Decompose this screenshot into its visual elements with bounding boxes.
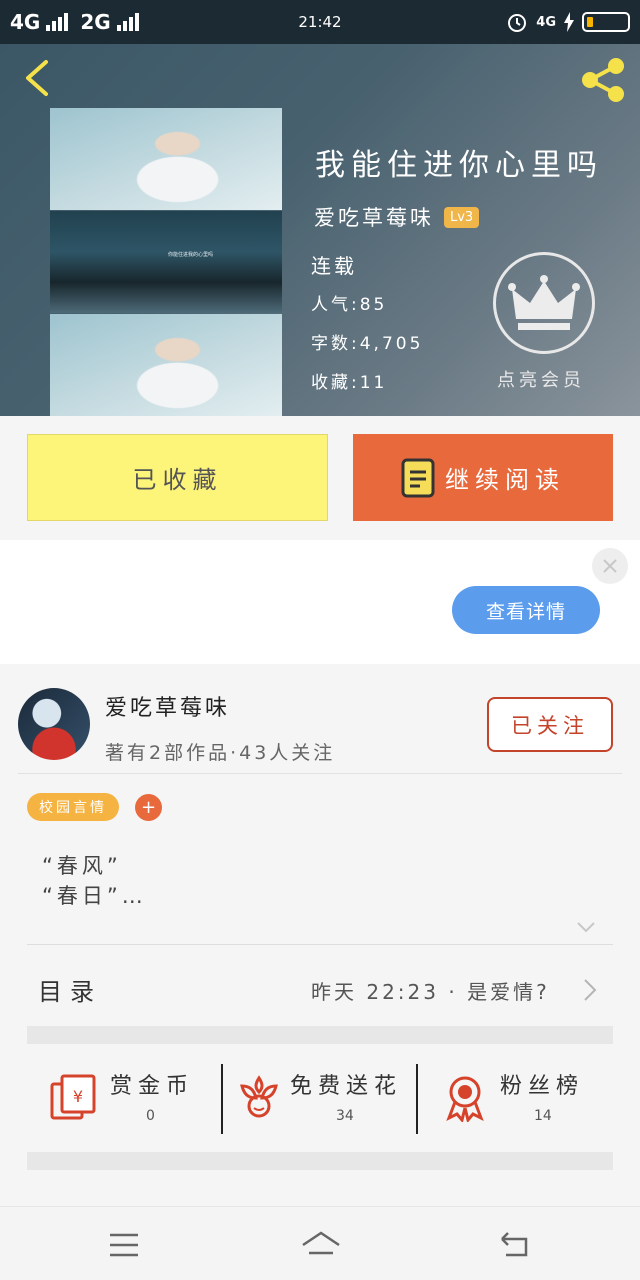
red-envelope-icon: ¥ <box>50 1074 96 1120</box>
ad-close-button[interactable] <box>592 548 628 584</box>
battery-icon <box>582 12 630 32</box>
crown-icon <box>508 275 580 330</box>
svg-text:¥: ¥ <box>73 1087 83 1106</box>
cover-panel-middle: 你能住进我的心里吗 <box>50 211 282 313</box>
vip-label[interactable]: 点亮会员 <box>497 366 585 392</box>
alarm-icon <box>508 14 527 32</box>
summary-line-2: “春日”… <box>42 884 147 908</box>
signal-bars-2-icon <box>116 13 139 31</box>
signal-2-label: 2G <box>80 10 111 34</box>
flower-icon <box>240 1075 278 1118</box>
chevron-right-icon[interactable] <box>582 978 598 1002</box>
medal-icon <box>446 1076 484 1122</box>
level-badge: Lv3 <box>444 206 480 228</box>
cover-panel-top <box>50 108 282 210</box>
reward-coins[interactable]: ¥ 赏金币 0 <box>48 1064 208 1134</box>
divider <box>27 944 613 945</box>
continue-reading-button[interactable]: 继续阅读 <box>353 434 613 521</box>
status-right: 4G <box>506 11 630 33</box>
author-avatar[interactable] <box>18 688 90 760</box>
tag-campus-romance[interactable]: 校园言情 <box>27 793 119 821</box>
word-count: 字数:4,705 <box>311 334 424 354</box>
favorites-count: 收藏:11 <box>311 373 388 393</box>
add-tag-button[interactable]: + <box>135 794 162 821</box>
section-separator <box>27 1026 613 1044</box>
author-name[interactable]: 爱吃草莓味 <box>105 690 230 722</box>
fan-ranking-value: 14 <box>534 1108 552 1124</box>
reward-coins-value: 0 <box>146 1108 155 1124</box>
toc-label[interactable]: 目录 <box>38 972 102 1007</box>
back-nav-icon[interactable] <box>496 1227 532 1263</box>
status-bar: 4G 2G 21:42 4G <box>0 0 640 44</box>
follow-button[interactable]: 已关注 <box>487 697 613 752</box>
fan-ranking[interactable]: 粉丝榜 14 <box>440 1064 600 1134</box>
reward-coins-label: 赏金币 <box>110 1074 195 1099</box>
author-works-info: 著有2部作品·43人关注 <box>105 742 336 764</box>
chevron-down-icon[interactable] <box>576 917 596 937</box>
book-cover: 你能住进我的心里吗 <box>50 108 282 416</box>
cover-panel-bottom <box>50 314 282 416</box>
charging-icon <box>564 12 574 32</box>
system-nav-bar <box>0 1206 640 1280</box>
summary-line-1: “春风” <box>42 854 122 878</box>
fan-ranking-label: 粉丝榜 <box>500 1074 585 1099</box>
book-title: 我能住进你心里吗 <box>315 148 603 183</box>
vip-crown-button[interactable] <box>493 252 595 354</box>
divider <box>18 773 622 774</box>
collected-button[interactable]: 已收藏 <box>27 434 328 521</box>
book-icon <box>401 458 435 497</box>
serial-status: 连载 <box>311 254 357 278</box>
signal-bars-icon <box>46 13 69 31</box>
view-details-button[interactable]: 查看详情 <box>452 586 600 634</box>
book-author-name[interactable]: 爱吃草莓味 <box>314 202 434 232</box>
share-icon[interactable] <box>578 54 630 106</box>
book-author[interactable]: 爱吃草莓味 Lv3 <box>314 202 480 232</box>
popularity: 人气:85 <box>311 295 388 315</box>
back-icon[interactable] <box>18 58 58 98</box>
stat-separator <box>221 1064 223 1134</box>
close-icon <box>603 559 617 573</box>
network-label: 4G <box>536 14 556 30</box>
free-flowers-value: 34 <box>336 1108 354 1124</box>
signal-group: 4G 2G <box>10 10 139 34</box>
stat-separator <box>416 1064 418 1134</box>
section-separator <box>27 1152 613 1170</box>
signal-1-label: 4G <box>10 10 41 34</box>
home-icon[interactable] <box>300 1227 342 1263</box>
book-header: 你能住进我的心里吗 我能住进你心里吗 爱吃草莓味 Lv3 连载 人气:85 字数… <box>0 44 640 416</box>
continue-reading-label: 继续阅读 <box>445 466 565 494</box>
toc-latest-chapter[interactable]: 昨天 22:23 · 是爱情? <box>311 976 550 1005</box>
free-flowers[interactable]: 免费送花 34 <box>234 1064 414 1134</box>
free-flowers-label: 免费送花 <box>290 1074 403 1099</box>
cover-caption: 你能住进我的心里吗 <box>168 252 214 258</box>
menu-icon[interactable] <box>106 1227 142 1263</box>
